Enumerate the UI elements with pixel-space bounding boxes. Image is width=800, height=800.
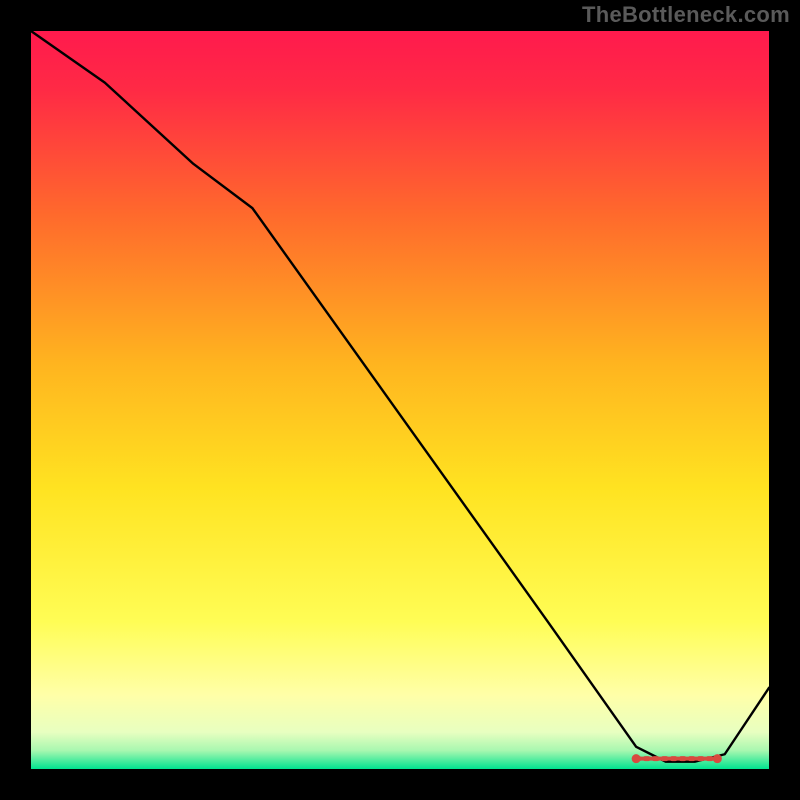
gradient-background [31, 31, 769, 769]
watermark-text: TheBottleneck.com [582, 2, 790, 28]
chart-frame: TheBottleneck.com [0, 0, 800, 800]
chart-svg [31, 31, 769, 769]
plot-area [31, 31, 769, 769]
